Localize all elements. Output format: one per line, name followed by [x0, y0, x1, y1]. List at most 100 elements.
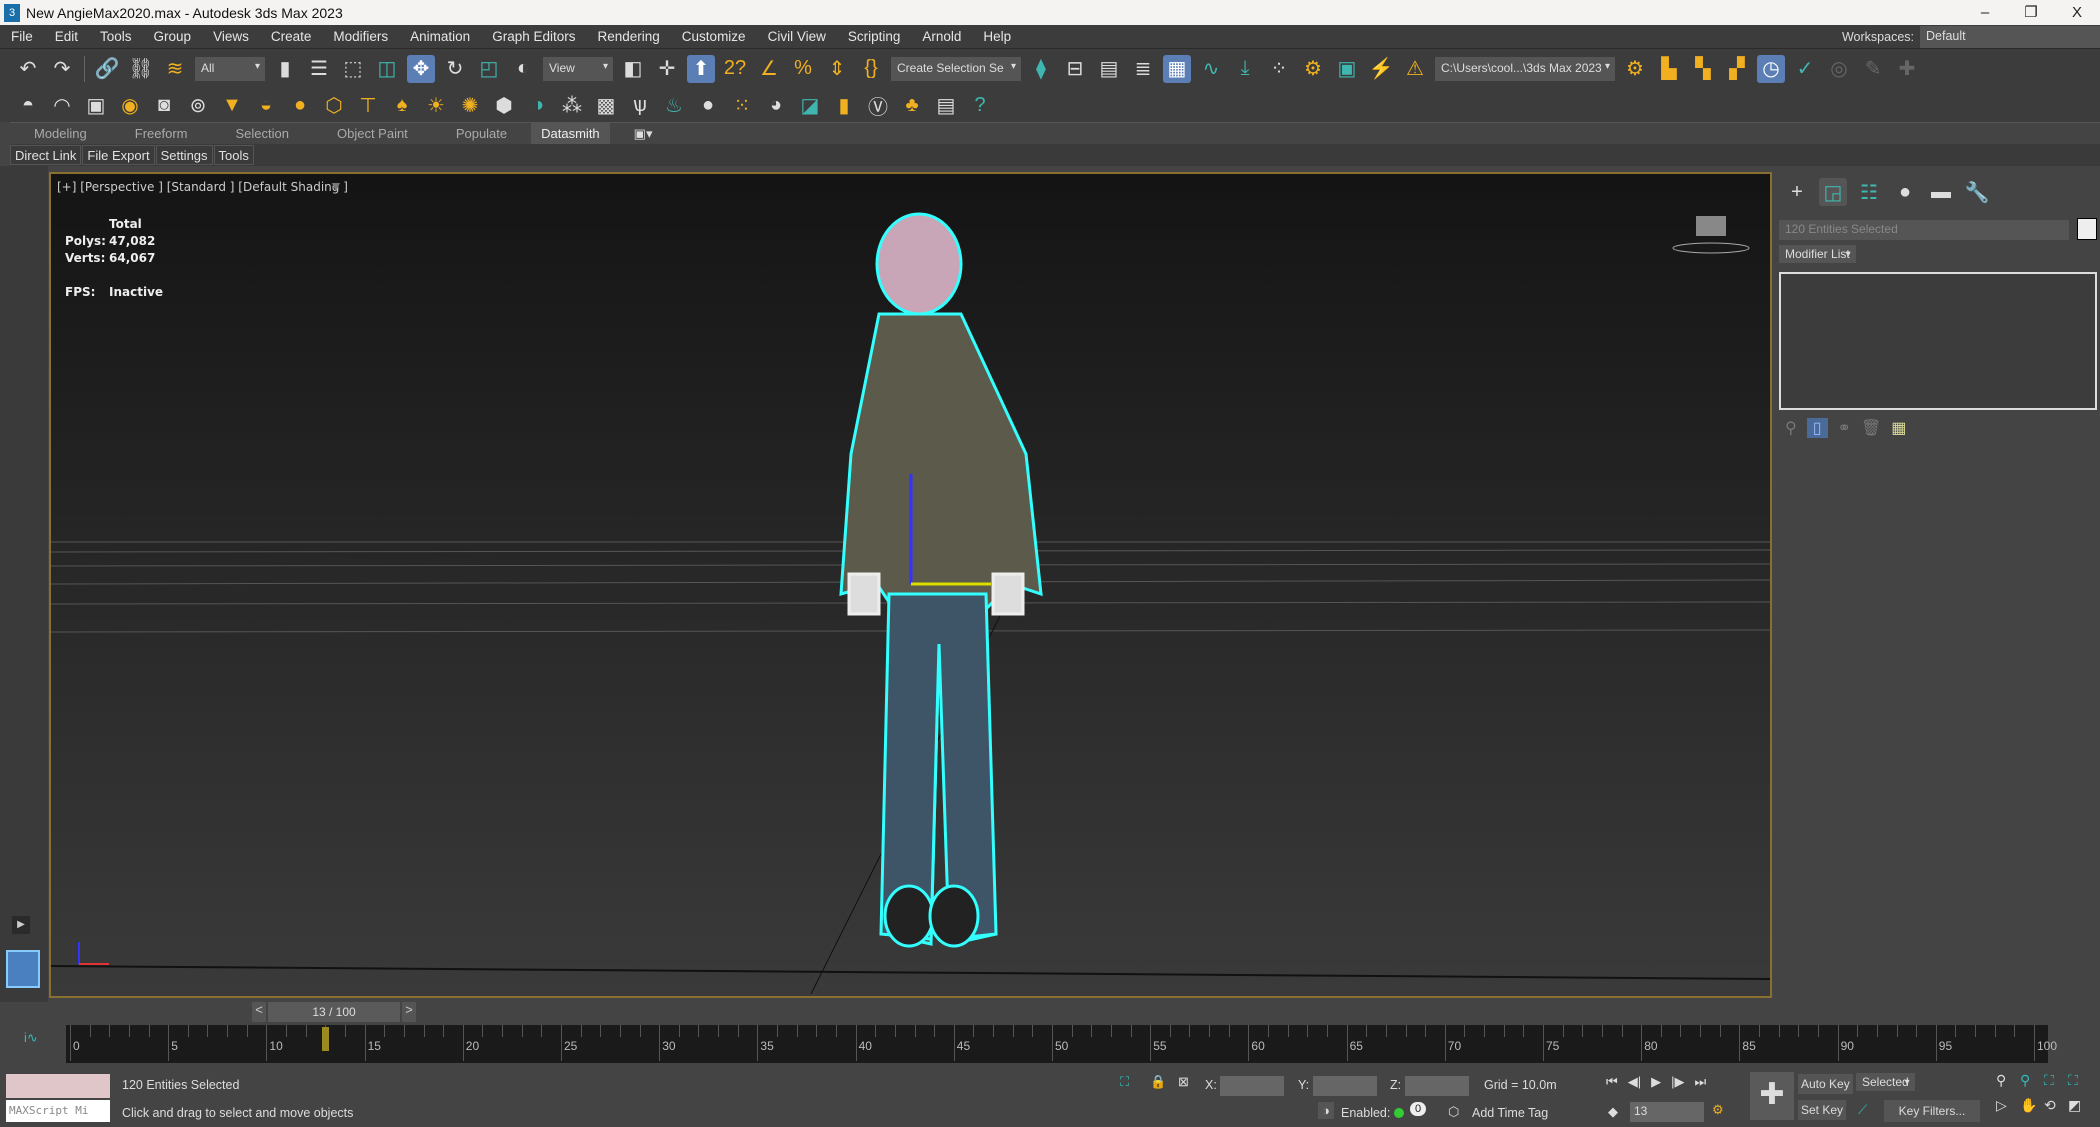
sun-icon[interactable]: ☀: [422, 91, 450, 119]
key-filters-button[interactable]: Key Filters...: [1884, 1100, 1980, 1122]
make-unique-icon[interactable]: ⚭: [1838, 418, 1851, 438]
notes-icon[interactable]: ▤: [932, 91, 960, 119]
filter-icon[interactable]: ▼: [329, 178, 343, 194]
x-coordinate-field[interactable]: [1220, 1076, 1284, 1096]
settings-button[interactable]: Settings: [155, 145, 213, 165]
absolute-mode-icon[interactable]: ⊠: [1178, 1074, 1189, 1090]
pin-stack-icon[interactable]: ⚲: [1785, 418, 1797, 438]
set-keys-button[interactable]: ✚: [1750, 1072, 1794, 1120]
layer-explorer-icon[interactable]: ≣: [1129, 55, 1157, 83]
toggle-ribbon-icon[interactable]: ▦: [1163, 54, 1191, 83]
menu-civil-view[interactable]: Civil View: [757, 29, 837, 44]
tab-freeform[interactable]: Freeform: [111, 123, 212, 145]
go-to-start-icon[interactable]: ⏮: [1606, 1074, 1618, 1090]
previous-frame-icon[interactable]: ◀|: [1628, 1074, 1641, 1090]
key-mode-toggle-icon[interactable]: ◆: [1608, 1104, 1618, 1120]
time-slider-thumb[interactable]: 13 / 100: [268, 1002, 400, 1022]
file-export-button[interactable]: File Export: [82, 145, 155, 165]
bind-space-warp-icon[interactable]: ≋: [161, 55, 189, 83]
link-icon[interactable]: 🔗: [93, 55, 121, 83]
percent-snap-icon[interactable]: %: [789, 55, 817, 83]
schematic-view-icon[interactable]: ⁘: [1265, 55, 1293, 83]
curve-editor-icon[interactable]: ∿: [1197, 55, 1225, 83]
viewport-label[interactable]: [+] [Perspective ] [Standard ] [Default …: [57, 180, 348, 194]
curve-editor-toggle-icon[interactable]: i∿: [24, 1030, 38, 1046]
menu-animation[interactable]: Animation: [399, 29, 481, 44]
orbit-icon[interactable]: ⟲: [2044, 1097, 2068, 1114]
modify-tab-icon[interactable]: ◲: [1819, 178, 1847, 206]
volume-icon[interactable]: ▩: [592, 91, 620, 119]
tab-object-paint[interactable]: Object Paint: [313, 123, 432, 145]
particles-icon[interactable]: ⁂: [558, 91, 586, 119]
zoom-extents-icon[interactable]: ⛶: [2044, 1072, 2068, 1089]
close-button[interactable]: X: [2054, 0, 2100, 25]
spinner-snap-icon[interactable]: ⇕: [823, 55, 851, 83]
place-icon[interactable]: ◐: [509, 55, 537, 83]
minimize-button[interactable]: –: [1962, 0, 2008, 25]
menu-rendering[interactable]: Rendering: [587, 29, 671, 44]
select-move-icon[interactable]: ✥: [407, 54, 435, 83]
maximize-viewport-icon[interactable]: ◩: [2068, 1097, 2092, 1114]
arnold-render-icon[interactable]: ◪: [796, 91, 824, 119]
box-icon[interactable]: ▣: [82, 91, 110, 119]
ribbon-options-icon[interactable]: ▣▾: [610, 123, 677, 145]
tab-datasmith[interactable]: Datasmith: [531, 122, 610, 145]
render-setup-icon[interactable]: ⚙: [1299, 55, 1327, 83]
time-slider[interactable]: < 13 / 100 >: [252, 1002, 424, 1022]
show-end-result-icon[interactable]: ▯: [1806, 418, 1828, 438]
checkmark-icon[interactable]: ✓: [1791, 55, 1819, 83]
brush-icon[interactable]: ✎: [1859, 55, 1887, 83]
lamp-icon[interactable]: ⊤: [354, 91, 382, 119]
rect-selection-icon[interactable]: ⬚: [339, 55, 367, 83]
spotlight-icon[interactable]: ▼: [218, 91, 246, 119]
help-icon[interactable]: ?: [966, 91, 994, 119]
tab-populate[interactable]: Populate: [432, 123, 531, 145]
zoom-extents-all-icon[interactable]: ⛶: [2068, 1072, 2092, 1089]
go-to-end-icon[interactable]: ⏭: [1694, 1074, 1706, 1090]
select-object-icon[interactable]: ▮: [271, 55, 299, 83]
sphere-light-icon[interactable]: ●: [286, 91, 314, 119]
menu-help[interactable]: Help: [972, 29, 1022, 44]
light-list-icon[interactable]: ▮: [830, 91, 858, 119]
menu-customize[interactable]: Customize: [671, 29, 757, 44]
y-coordinate-field[interactable]: [1313, 1076, 1377, 1096]
remove-modifier-icon[interactable]: 🗑: [1861, 418, 1881, 438]
motion-tab-icon[interactable]: ●: [1891, 178, 1919, 206]
keyboard-shortcut-override-icon[interactable]: ⬆: [687, 54, 715, 83]
menu-arnold[interactable]: Arnold: [911, 29, 972, 44]
teapot-icon[interactable]: ◓: [14, 91, 42, 119]
project-settings-icon[interactable]: ⚙: [1621, 55, 1649, 83]
current-frame-spinner[interactable]: 13: [1630, 1102, 1704, 1122]
time-configuration-icon[interactable]: ⚙: [1712, 1102, 1724, 1118]
display-tab-icon[interactable]: ▬: [1927, 178, 1955, 206]
angle-snap-icon[interactable]: ∠: [755, 55, 783, 83]
light-bulb-icon[interactable]: ◉: [116, 91, 144, 119]
next-frame-icon[interactable]: |▶: [1671, 1074, 1684, 1090]
modifier-stack[interactable]: [1779, 272, 2097, 410]
zoom-icon[interactable]: ⚲: [1996, 1072, 2020, 1089]
track-bar[interactable]: 0 5 10 15 20 25 30 35 40 45 50 55 60 65 70 75 80 85 90 95 10…: [66, 1025, 2057, 1063]
zero-badge[interactable]: 0: [1410, 1102, 1427, 1116]
tab-selection[interactable]: Selection: [212, 123, 313, 145]
unlink-icon[interactable]: ⛓: [127, 55, 155, 83]
maxscript-listener-pane[interactable]: [6, 1074, 110, 1098]
fire-icon[interactable]: ♨: [660, 91, 688, 119]
dope-sheet-icon[interactable]: ⤓: [1231, 55, 1259, 83]
project-hierarchy-icon[interactable]: ▞: [1723, 55, 1751, 83]
object-name-field[interactable]: 120 Entities Selected: [1779, 220, 2069, 240]
undo-icon[interactable]: ↶: [14, 55, 42, 83]
menu-group[interactable]: Group: [143, 29, 203, 44]
snap-toggle-icon[interactable]: 2?: [721, 55, 749, 83]
select-by-name-icon[interactable]: ☰: [305, 55, 333, 83]
menu-file[interactable]: File: [0, 29, 44, 44]
redo-icon[interactable]: ↷: [48, 55, 76, 83]
reference-coord-dropdown[interactable]: View: [543, 56, 613, 81]
maxscript-mini-input[interactable]: MAXScript Mi: [6, 1100, 110, 1122]
selection-lock-icon[interactable]: 🔒: [1150, 1074, 1166, 1090]
torus-icon[interactable]: ◠: [48, 91, 76, 119]
named-selection-dropdown[interactable]: Create Selection Se: [891, 56, 1021, 81]
render-icon[interactable]: ◕: [762, 91, 790, 119]
key-mode-dropdown[interactable]: Selected: [1856, 1073, 1915, 1091]
rendered-frame-window-icon[interactable]: ▣: [1333, 55, 1361, 83]
sphere-material-icon[interactable]: ◑: [524, 91, 552, 119]
